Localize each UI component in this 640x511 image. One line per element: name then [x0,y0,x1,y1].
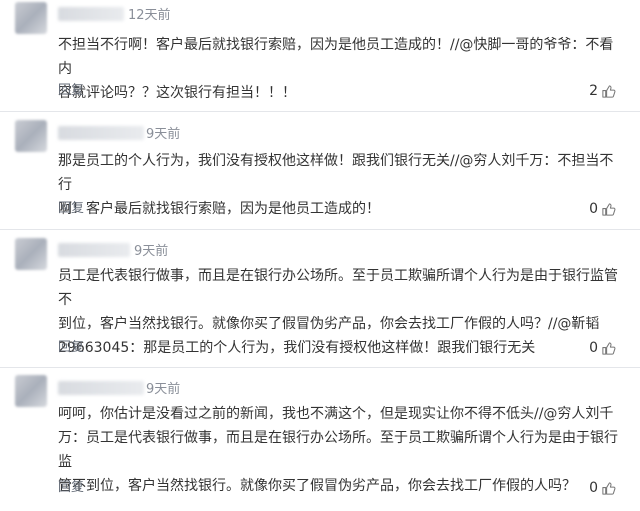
like-count: 0 [589,201,598,217]
username[interactable] [58,7,124,21]
username[interactable] [58,126,144,140]
like-count: 0 [589,480,598,496]
like-count: 0 [589,340,598,356]
divider [0,367,640,368]
like-count: 2 [589,83,598,99]
thumbs-up-icon[interactable] [601,481,616,496]
like-button[interactable]: 0 [589,200,616,218]
comment-time: 9天前 [134,244,169,259]
avatar[interactable] [15,2,47,34]
divider [0,229,640,230]
thumbs-up-icon[interactable] [601,84,616,99]
avatar[interactable] [15,375,47,407]
comment-time: 12天前 [128,8,171,23]
reply-button[interactable]: 回复 [58,340,84,356]
reply-button[interactable]: 回复 [58,201,84,217]
thumbs-up-icon[interactable] [601,202,616,217]
divider [0,111,640,112]
avatar[interactable] [15,120,47,152]
comment-text: 那是员工的个人行为，我们没有授权他这样做！跟我们银行无关//@穷人刘千万：不担当… [58,153,614,217]
reply-button[interactable]: 回复 [58,83,84,99]
avatar[interactable] [15,238,47,270]
comment-text: 呵呵，你估计是没看过之前的新闻，我也不满这个，但是现实让你不得不低头//@穷人刘… [58,406,618,494]
comment-time: 9天前 [146,382,181,397]
comment-text: 不担当不行啊！客户最后就找银行索赔，因为是他员工造成的！//@快脚一哥的爷爷：不… [58,37,614,101]
like-button[interactable]: 0 [589,479,616,497]
thumbs-up-icon[interactable] [601,341,616,356]
comment-time: 9天前 [146,127,181,142]
like-button[interactable]: 2 [589,82,616,100]
reply-button[interactable]: 回复 [58,480,84,496]
comment-text: 员工是代表银行做事，而且是在银行办公场所。至于员工欺骗所谓个人行为是由于银行监管… [58,268,618,356]
username[interactable] [58,243,130,257]
like-button[interactable]: 0 [589,339,616,357]
username[interactable] [58,381,144,395]
